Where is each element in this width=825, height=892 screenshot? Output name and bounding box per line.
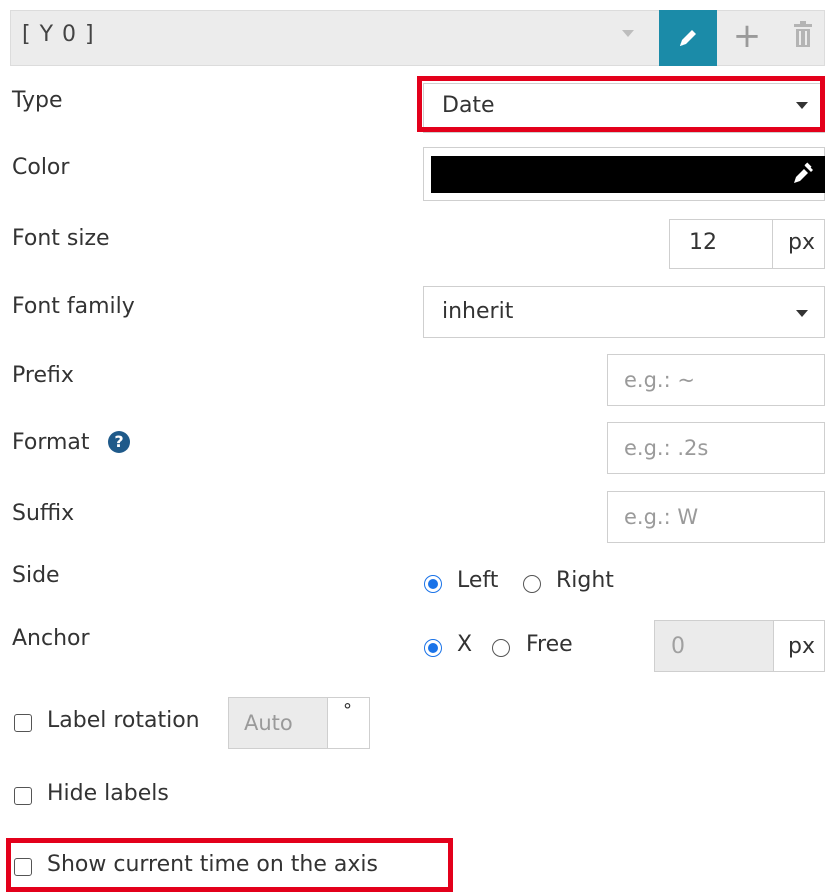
trash-icon bbox=[794, 21, 812, 47]
hide-labels-label[interactable]: Hide labels bbox=[47, 781, 169, 806]
color-label: Color bbox=[12, 155, 70, 180]
suffix-placeholder: e.g.: W bbox=[624, 505, 699, 529]
question-circle-icon[interactable]: ? bbox=[108, 431, 130, 453]
side-right-label[interactable]: Right bbox=[556, 568, 614, 593]
font-size-input[interactable] bbox=[669, 219, 773, 269]
add-axis-button[interactable]: + bbox=[730, 14, 764, 58]
side-left-radio[interactable] bbox=[424, 575, 442, 593]
font-size-label: Font size bbox=[12, 226, 110, 251]
anchor-free-radio[interactable] bbox=[492, 639, 510, 657]
label-rotation-unit: ° bbox=[343, 700, 352, 721]
side-left-label[interactable]: Left bbox=[457, 568, 498, 593]
type-highlight-box bbox=[417, 76, 825, 132]
pencil-icon bbox=[680, 30, 696, 46]
prefix-label: Prefix bbox=[12, 363, 74, 388]
color-swatch[interactable] bbox=[431, 156, 825, 193]
font-size-value: 12 bbox=[689, 230, 717, 255]
label-rotation-checkbox[interactable] bbox=[14, 714, 32, 732]
anchor-unit: px bbox=[788, 634, 815, 659]
label-rotation-label[interactable]: Label rotation bbox=[47, 708, 200, 733]
side-label: Side bbox=[12, 563, 60, 588]
hide-labels-checkbox[interactable] bbox=[14, 787, 32, 805]
suffix-label: Suffix bbox=[12, 501, 75, 526]
anchor-label: Anchor bbox=[12, 626, 90, 651]
chevron-down-icon[interactable] bbox=[622, 30, 634, 37]
eyedropper-icon[interactable] bbox=[790, 161, 816, 187]
format-placeholder: e.g.: .2s bbox=[624, 436, 709, 460]
anchor-x-label[interactable]: X bbox=[457, 632, 472, 657]
label-rotation-placeholder: Auto bbox=[244, 711, 293, 735]
anchor-free-label[interactable]: Free bbox=[526, 632, 573, 657]
format-label: Format bbox=[12, 430, 90, 455]
anchor-x-radio[interactable] bbox=[424, 639, 442, 657]
axis-name: [ Y 0 ] bbox=[22, 22, 95, 47]
delete-axis-button[interactable] bbox=[790, 20, 816, 52]
type-label: Type bbox=[12, 88, 63, 113]
font-size-unit: px bbox=[788, 230, 815, 255]
edit-axis-button[interactable] bbox=[659, 10, 717, 66]
side-right-radio[interactable] bbox=[523, 575, 541, 593]
font-family-value: inherit bbox=[442, 299, 514, 324]
show-current-time-highlight-box bbox=[6, 838, 453, 892]
anchor-position-value: 0 bbox=[671, 634, 685, 659]
caret-down-icon bbox=[796, 310, 808, 317]
font-family-label: Font family bbox=[12, 294, 135, 319]
prefix-placeholder: e.g.: ~ bbox=[624, 368, 695, 392]
